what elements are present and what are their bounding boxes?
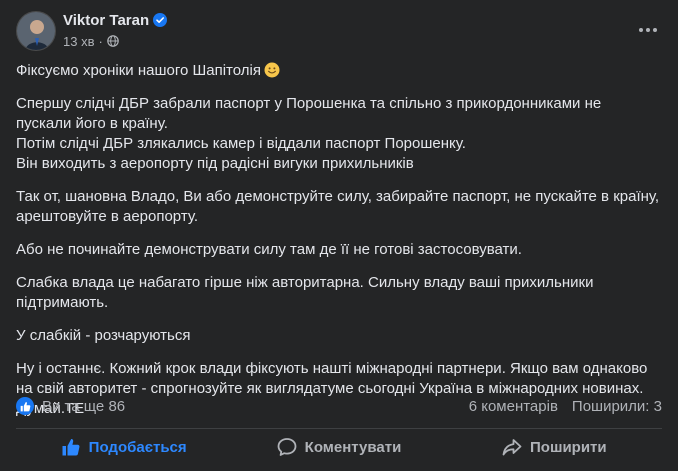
text-line: арештовуйте в аеропорту. <box>16 208 199 225</box>
post-card: Viktor Taran 13 хв · Фіксуємо хроніки на… <box>0 0 678 471</box>
paragraph: Слабка влада це набагато гірше ніж автор… <box>16 273 668 313</box>
text-line: Ну і останнє. Кожний крок влади фіксують… <box>16 360 648 377</box>
globe-icon <box>107 35 119 47</box>
action-bar: Подобається Коментувати Поширити <box>16 430 662 464</box>
text-line: Він виходить з аеропорту під радісні виг… <box>16 155 414 172</box>
post-header: Viktor Taran 13 хв · <box>16 10 168 51</box>
text-line: Фіксуємо хроніки нашого Шапітолія <box>16 61 668 81</box>
reactions-count[interactable]: Ви та ще 86 <box>42 398 125 415</box>
divider <box>16 428 662 429</box>
post-stats: Ви та ще 86 6 коментарів Поширили: 3 <box>16 395 662 417</box>
text-line: Так от, шановна Владо, Ви або демонструй… <box>16 188 660 205</box>
author-name[interactable]: Viktor Taran <box>63 12 149 29</box>
like-button-label: Подобається <box>88 438 187 456</box>
post-timestamp[interactable]: 13 хв <box>63 34 94 49</box>
paragraph: Фіксуємо хроніки нашого Шапітолія <box>16 61 668 81</box>
text-line: Слабка влада це набагато гірше ніж автор… <box>16 274 594 291</box>
share-button-label: Поширити <box>530 438 607 456</box>
avatar-image <box>17 11 55 50</box>
text-line: Або не починайте демонструвати силу там … <box>16 241 522 258</box>
thumbs-up-icon <box>61 437 81 457</box>
text-line: Спершу слідчі ДБР забрали паспорт у Поро… <box>16 95 602 112</box>
verified-badge-icon <box>153 13 168 27</box>
paragraph: У слабкій - розчаруються <box>16 326 668 346</box>
shares-count[interactable]: Поширили: 3 <box>572 398 662 415</box>
meta-separator: · <box>98 33 103 49</box>
smiling-face-emoji <box>264 62 280 78</box>
author-avatar[interactable] <box>16 10 56 51</box>
text-line: Потім слідчі ДБР злякались камер і відда… <box>16 135 466 152</box>
like-reaction-icon[interactable] <box>16 397 34 415</box>
more-options-button[interactable] <box>630 12 666 48</box>
share-button[interactable]: Поширити <box>447 430 662 464</box>
paragraph: Так от, шановна Владо, Ви або демонструй… <box>16 187 668 227</box>
comments-count[interactable]: 6 коментарів <box>469 398 558 415</box>
comment-button-label: Коментувати <box>304 438 402 456</box>
comment-button[interactable]: Коментувати <box>231 430 446 464</box>
comment-icon <box>277 437 297 457</box>
text-line: пускали його в країну. <box>16 115 168 132</box>
more-horizontal-icon <box>639 28 657 32</box>
paragraph: Або не починайте демонструвати силу там … <box>16 240 668 260</box>
text-line: У слабкій - розчаруються <box>16 327 191 344</box>
share-icon <box>502 437 522 457</box>
post-body: Фіксуємо хроніки нашого Шапітолія Спершу… <box>16 61 668 419</box>
like-button[interactable]: Подобається <box>16 430 231 464</box>
text-line: підтримають. <box>16 294 109 311</box>
paragraph: Спершу слідчі ДБР забрали паспорт у Поро… <box>16 94 668 174</box>
